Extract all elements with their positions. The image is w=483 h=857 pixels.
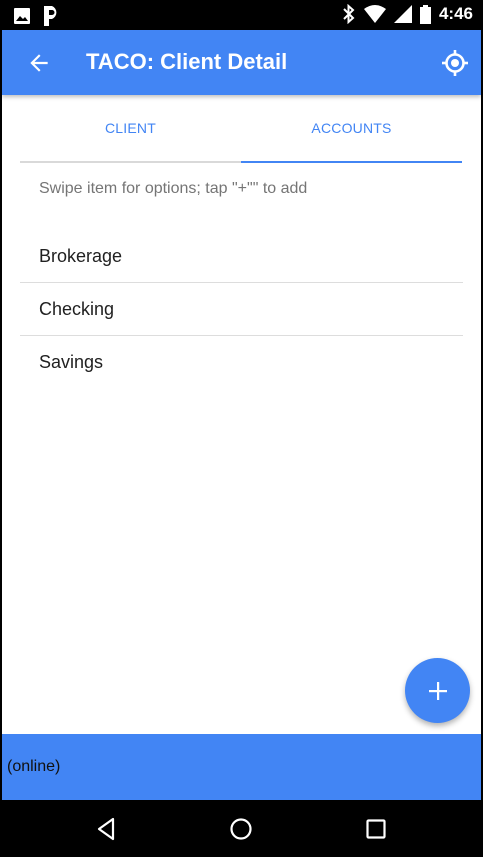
list-item-brokerage[interactable]: Brokerage: [20, 230, 463, 283]
app-bar: TACO: Client Detail: [2, 30, 481, 95]
cell-signal-icon: [393, 5, 412, 23]
system-nav-bar: [0, 800, 483, 857]
status-time: 4:46: [438, 4, 473, 23]
list-item-savings[interactable]: Savings: [20, 336, 463, 389]
status-footer: (online): [2, 734, 481, 800]
app-screen: TACO: Client Detail CLIENT ACCOUNTS Swip…: [2, 30, 481, 800]
image-icon: [14, 8, 30, 24]
add-account-button[interactable]: [405, 658, 470, 723]
wifi-icon: [363, 5, 386, 23]
tab-client[interactable]: CLIENT: [20, 95, 241, 163]
bluetooth-icon: [343, 4, 355, 24]
recents-icon[interactable]: [361, 814, 391, 844]
tab-accounts[interactable]: ACCOUNTS: [241, 95, 462, 163]
back-arrow-icon[interactable]: [26, 50, 52, 76]
parking-icon: [44, 6, 57, 26]
connection-status: (online): [7, 758, 61, 775]
status-bar: 4:46: [0, 0, 483, 30]
battery-icon: [419, 4, 431, 24]
plus-icon: [428, 681, 447, 700]
accounts-list: Brokerage Checking Savings: [20, 230, 463, 389]
home-icon[interactable]: [226, 814, 256, 844]
tab-bar: CLIENT ACCOUNTS: [20, 95, 463, 163]
list-item-checking[interactable]: Checking: [20, 283, 463, 336]
hint-text: Swipe item for options; tap "+"" to add: [39, 180, 308, 197]
back-icon[interactable]: [92, 814, 122, 844]
page-title: TACO: Client Detail: [86, 49, 288, 74]
location-icon[interactable]: [441, 49, 469, 77]
